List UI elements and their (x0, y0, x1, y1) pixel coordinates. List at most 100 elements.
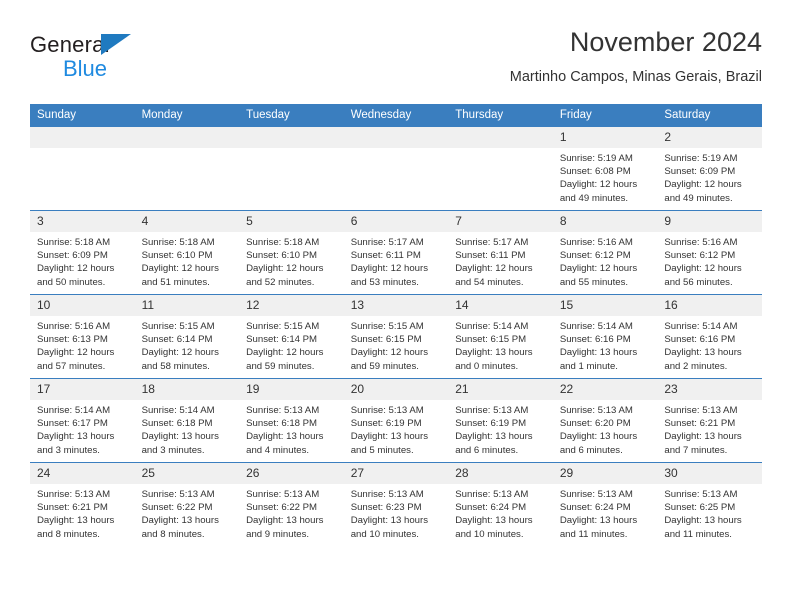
day-details: Sunrise: 5:14 AM Sunset: 6:16 PM Daylight:… (657, 316, 762, 373)
calendar-day-cell[interactable]: 20 Sunrise: 5:13 AM Sunset: 6:19 PM Dayligh… (343, 378, 449, 463)
day-detail-line: Daylight: 13 hours (455, 431, 533, 443)
day-details: Sunrise: 5:14 AM Sunset: 6:17 PM Daylight:… (30, 400, 135, 457)
day-details: Sunrise: 5:13 AM Sunset: 6:19 PM Daylight:… (448, 400, 553, 457)
weekday-header-wednesday: Wednesday (343, 104, 449, 127)
day-number: 21 (448, 379, 553, 400)
calendar-cell-empty (343, 127, 449, 211)
calendar-day-cell[interactable]: 8 Sunrise: 5:16 AM Sunset: 6:12 PM Daylight… (552, 210, 658, 295)
calendar-day-cell[interactable]: 2 Sunrise: 5:19 AM Sunset: 6:09 PM Daylight… (657, 127, 762, 211)
day-details: Sunrise: 5:18 AM Sunset: 6:09 PM Daylight:… (30, 232, 135, 289)
day-detail-line: Sunset: 6:09 PM (37, 250, 108, 262)
day-detail-line: Sunset: 6:18 PM (141, 418, 213, 430)
day-detail-line: Sunset: 6:19 PM (455, 418, 527, 430)
calendar-week-row: 24 Sunrise: 5:13 AM Sunset: 6:21 PM Dayligh… (30, 462, 762, 546)
day-detail-line: Sunset: 6:21 PM (664, 418, 736, 430)
calendar-table: Sunday Monday Tuesday Wednesday Thursday Frid… (30, 104, 762, 546)
calendar-day-cell[interactable]: 14 Sunrise: 5:14 AM Sunset: 6:15 PM Dayligh… (448, 294, 553, 379)
day-detail-line: Sunset: 6:12 PM (664, 250, 736, 262)
calendar-day-cell[interactable]: 22 Sunrise: 5:13 AM Sunset: 6:20 PM Dayligh… (552, 378, 658, 463)
day-details: Sunrise: 5:15 AM Sunset: 6:14 PM Daylight:… (239, 316, 344, 373)
calendar-day-cell[interactable]: 11 Sunrise: 5:15 AM Sunset: 6:14 PM Dayligh… (134, 294, 240, 379)
calendar-day-cell[interactable]: 23 Sunrise: 5:13 AM Sunset: 6:21 PM Dayligh… (657, 378, 762, 463)
calendar-day-cell[interactable]: 12 Sunrise: 5:15 AM Sunset: 6:14 PM Dayligh… (239, 294, 344, 379)
calendar-day-cell[interactable]: 28 Sunrise: 5:13 AM Sunset: 6:24 PM Dayligh… (448, 462, 553, 546)
day-detail-line: and 5 minutes. (350, 444, 414, 456)
day-detail-line: Sunset: 6:14 PM (246, 334, 318, 346)
calendar-day-cell[interactable]: 21 Sunrise: 5:13 AM Sunset: 6:19 PM Dayligh… (448, 378, 553, 463)
day-number: 13 (343, 295, 449, 316)
day-detail-line: Sunrise: 5:13 AM (455, 489, 529, 500)
logo-triangle-icon (101, 34, 131, 55)
calendar-day-cell[interactable]: 18 Sunrise: 5:14 AM Sunset: 6:18 PM Dayligh… (134, 378, 240, 463)
day-number: 24 (30, 463, 135, 484)
day-detail-line: Sunset: 6:23 PM (350, 502, 422, 514)
calendar-day-cell[interactable]: 3 Sunrise: 5:18 AM Sunset: 6:09 PM Daylight… (30, 210, 135, 295)
day-details: Sunrise: 5:15 AM Sunset: 6:14 PM Daylight:… (135, 316, 240, 373)
day-detail-line: Sunset: 6:24 PM (559, 502, 631, 514)
calendar-cell-empty (448, 127, 553, 211)
calendar-day-cell[interactable]: 9 Sunrise: 5:16 AM Sunset: 6:12 PM Daylight… (657, 210, 762, 295)
calendar-day-cell[interactable]: 6 Sunrise: 5:17 AM Sunset: 6:11 PM Daylight… (343, 210, 449, 295)
calendar-body: 1 Sunrise: 5:19 AM Sunset: 6:08 PM Daylight… (30, 127, 762, 546)
calendar-day-cell[interactable]: 19 Sunrise: 5:13 AM Sunset: 6:18 PM Dayligh… (239, 378, 344, 463)
day-details: Sunrise: 5:18 AM Sunset: 6:10 PM Daylight:… (239, 232, 344, 289)
day-details: Sunrise: 5:16 AM Sunset: 6:12 PM Daylight:… (657, 232, 762, 289)
day-number: 1 (552, 127, 658, 148)
day-detail-line: Sunrise: 5:13 AM (246, 489, 320, 500)
day-details: Sunrise: 5:14 AM Sunset: 6:16 PM Daylight:… (553, 316, 658, 373)
day-number: 23 (657, 379, 762, 400)
page-subtitle: Martinho Campos, Minas Gerais, Brazil (509, 69, 762, 85)
day-details: Sunrise: 5:17 AM Sunset: 6:11 PM Daylight:… (448, 232, 553, 289)
day-detail-line: and 3 minutes. (37, 444, 100, 456)
day-detail-line: Sunrise: 5:15 AM (141, 321, 215, 332)
calendar-day-cell[interactable]: 26 Sunrise: 5:13 AM Sunset: 6:22 PM Dayligh… (239, 462, 344, 546)
calendar-day-cell[interactable]: 1 Sunrise: 5:19 AM Sunset: 6:08 PM Daylight… (552, 127, 658, 211)
day-detail-line: and 11 minutes. (559, 528, 628, 540)
day-number: 26 (239, 463, 344, 484)
calendar-day-cell[interactable]: 7 Sunrise: 5:17 AM Sunset: 6:11 PM Daylight… (448, 210, 553, 295)
day-details: Sunrise: 5:16 AM Sunset: 6:12 PM Daylight:… (553, 232, 658, 289)
calendar-day-cell[interactable]: 16 Sunrise: 5:14 AM Sunset: 6:16 PM Dayligh… (657, 294, 762, 379)
day-detail-line: and 11 minutes. (664, 528, 732, 540)
day-detail-line: Daylight: 13 hours (141, 515, 219, 527)
day-detail-line: Daylight: 12 hours (37, 347, 115, 359)
day-details: Sunrise: 5:13 AM Sunset: 6:18 PM Daylight:… (239, 400, 344, 457)
day-detail-line: and 58 minutes. (141, 360, 210, 372)
day-number: 9 (657, 211, 762, 232)
day-detail-line: and 49 minutes. (664, 192, 733, 204)
day-detail-line: Sunrise: 5:15 AM (350, 321, 424, 332)
calendar-day-cell[interactable]: 30 Sunrise: 5:13 AM Sunset: 6:25 PM Dayligh… (657, 462, 762, 546)
day-detail-line: Sunrise: 5:16 AM (559, 237, 633, 248)
day-details: Sunrise: 5:13 AM Sunset: 6:20 PM Daylight:… (553, 400, 658, 457)
calendar-day-cell[interactable]: 10 Sunrise: 5:16 AM Sunset: 6:13 PM Dayligh… (30, 294, 135, 379)
calendar-day-cell[interactable]: 13 Sunrise: 5:15 AM Sunset: 6:15 PM Dayligh… (343, 294, 449, 379)
day-number: 12 (239, 295, 344, 316)
day-detail-line: Sunset: 6:16 PM (664, 334, 736, 346)
day-detail-line: Sunrise: 5:17 AM (455, 237, 529, 248)
calendar-day-cell[interactable]: 15 Sunrise: 5:14 AM Sunset: 6:16 PM Dayligh… (552, 294, 658, 379)
page-title: November 2024 (569, 27, 762, 57)
day-detail-line: Sunset: 6:24 PM (455, 502, 527, 514)
day-details: Sunrise: 5:14 AM Sunset: 6:18 PM Daylight:… (135, 400, 240, 457)
day-detail-line: and 49 minutes. (559, 192, 629, 204)
day-detail-line: Sunset: 6:11 PM (350, 250, 421, 262)
day-number: 17 (30, 379, 135, 400)
day-details (344, 148, 449, 152)
day-detail-line: Daylight: 13 hours (37, 515, 115, 527)
day-detail-line: Sunrise: 5:13 AM (664, 489, 738, 500)
calendar-day-cell[interactable]: 5 Sunrise: 5:18 AM Sunset: 6:10 PM Daylight… (239, 210, 344, 295)
day-detail-line: Sunset: 6:19 PM (350, 418, 422, 430)
day-detail-line: Sunset: 6:08 PM (559, 166, 631, 178)
calendar-day-cell[interactable]: 29 Sunrise: 5:13 AM Sunset: 6:24 PM Dayligh… (552, 462, 658, 546)
calendar-day-cell[interactable]: 24 Sunrise: 5:13 AM Sunset: 6:21 PM Dayligh… (30, 462, 135, 546)
day-detail-line: Sunrise: 5:13 AM (559, 489, 633, 500)
day-details: Sunrise: 5:13 AM Sunset: 6:24 PM Daylight:… (448, 484, 553, 541)
calendar-day-cell[interactable]: 17 Sunrise: 5:14 AM Sunset: 6:17 PM Dayligh… (30, 378, 135, 463)
calendar-day-cell[interactable]: 4 Sunrise: 5:18 AM Sunset: 6:10 PM Daylight… (134, 210, 240, 295)
calendar-day-cell[interactable]: 25 Sunrise: 5:13 AM Sunset: 6:22 PM Dayligh… (134, 462, 240, 546)
day-detail-line: Sunset: 6:10 PM (141, 250, 213, 262)
day-number: 18 (134, 379, 240, 400)
day-detail-line: Sunset: 6:22 PM (246, 502, 318, 514)
calendar-day-cell[interactable]: 27 Sunrise: 5:13 AM Sunset: 6:23 PM Dayligh… (343, 462, 449, 546)
day-number: 5 (239, 211, 344, 232)
